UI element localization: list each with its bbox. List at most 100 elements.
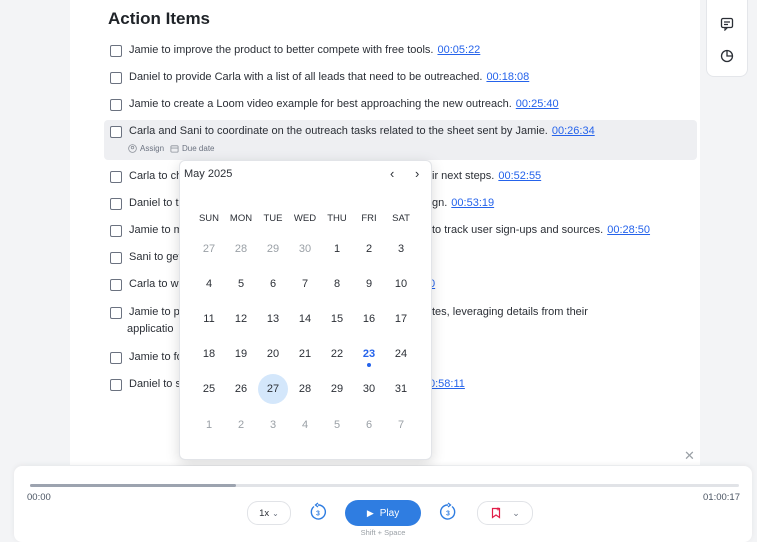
calendar-day[interactable]: 18 — [193, 348, 225, 360]
assign-chip[interactable]: Assign — [128, 144, 164, 153]
action-item[interactable]: Daniel to s — [110, 378, 181, 391]
item-checkbox[interactable] — [110, 252, 122, 264]
calendar-day[interactable]: 23 — [353, 348, 385, 360]
forward-3-button[interactable]: 3 — [437, 501, 459, 523]
item-text: Daniel to s — [129, 378, 181, 390]
action-item[interactable]: Jamie to improve the product to better c… — [110, 44, 480, 57]
calendar-day[interactable]: 11 — [193, 313, 225, 325]
item-checkbox[interactable] — [110, 352, 122, 364]
item-checkbox[interactable] — [110, 171, 122, 183]
calendar-day[interactable]: 28 — [289, 383, 321, 395]
due-date-chip[interactable]: Due date — [170, 144, 214, 153]
calendar-day[interactable]: 1 — [193, 419, 225, 431]
rewind-icon: 3 — [310, 502, 327, 520]
item-text-tail: to track user sign-ups and sources. 00:28… — [432, 224, 651, 236]
item-text: Daniel to t — [129, 197, 179, 209]
calendar-day[interactable]: 9 — [353, 278, 385, 290]
calendar-day[interactable]: 4 — [193, 278, 225, 290]
calendar-day[interactable]: 8 — [321, 278, 353, 290]
pie-chart-icon[interactable] — [717, 46, 737, 66]
calendar-day[interactable]: 17 — [385, 313, 417, 325]
calendar-day[interactable]: 24 — [385, 348, 417, 360]
speed-selector[interactable]: 1x ⌄ — [247, 501, 291, 525]
timestamp-link[interactable]: 00:28:50 — [607, 224, 650, 236]
item-checkbox[interactable] — [110, 307, 122, 319]
play-button[interactable]: ▶ Play — [345, 500, 421, 526]
action-item[interactable]: Carla to wo — [110, 278, 185, 291]
timestamp-link[interactable]: 00:05:22 — [437, 44, 480, 56]
timestamp-link[interactable]: 0:58:11 — [429, 378, 465, 390]
calendar-day[interactable]: 30 — [353, 383, 385, 395]
action-item[interactable]: Carla to ch — [110, 170, 182, 183]
calendar-day[interactable]: 6 — [257, 278, 289, 290]
rewind-3-button[interactable]: 3 — [307, 501, 329, 523]
calendar-day[interactable]: 14 — [289, 313, 321, 325]
calendar-day[interactable]: 29 — [321, 383, 353, 395]
calendar-day[interactable]: 13 — [257, 313, 289, 325]
action-item[interactable]: Sani to get — [110, 251, 182, 264]
prev-month-button[interactable]: ‹ — [390, 166, 394, 181]
calendar-day[interactable]: 19 — [225, 348, 257, 360]
progress-track[interactable] — [30, 484, 739, 487]
calendar-day[interactable]: 27 — [257, 383, 289, 395]
calendar-day[interactable]: 1 — [321, 243, 353, 255]
item-checkbox[interactable] — [110, 99, 122, 111]
timestamp-link[interactable]: 00:52:55 — [498, 170, 541, 182]
calendar-day[interactable]: 5 — [225, 278, 257, 290]
calendar-day[interactable]: 4 — [289, 419, 321, 431]
calendar-day[interactable]: 7 — [385, 419, 417, 431]
timestamp-link[interactable]: 00:18:08 — [486, 71, 529, 83]
item-checkbox[interactable] — [110, 45, 122, 57]
calendar-day[interactable]: 2 — [353, 243, 385, 255]
calendar-day[interactable]: 21 — [289, 348, 321, 360]
speed-label: 1x — [259, 507, 270, 519]
timestamp-link[interactable]: 00:53:19 — [451, 197, 494, 209]
item-checkbox[interactable] — [110, 379, 122, 391]
weekday-label: MON — [229, 213, 253, 224]
action-item[interactable]: Jamie to create a Loom video example for… — [110, 98, 559, 111]
item-checkbox[interactable] — [110, 126, 122, 138]
timestamp-link[interactable]: 00:25:40 — [516, 98, 559, 110]
weekday-label: SUN — [198, 213, 220, 224]
close-icon[interactable]: ✕ — [684, 448, 695, 464]
item-text-tail: ir next steps. 00:52:55 — [432, 170, 542, 182]
weekday-label: FRI — [361, 213, 377, 224]
action-item[interactable]: Jamie to m — [110, 224, 183, 237]
calendar-day[interactable]: 7 — [289, 278, 321, 290]
calendar-day[interactable]: 25 — [193, 383, 225, 395]
comment-icon[interactable] — [717, 14, 737, 34]
action-item[interactable]: Carla and Sani to coordinate on the outr… — [110, 125, 595, 138]
calendar-day[interactable]: 20 — [257, 348, 289, 360]
item-checkbox[interactable] — [110, 198, 122, 210]
item-checkbox[interactable] — [110, 279, 122, 291]
bookmark-control[interactable]: ⌄ — [477, 501, 533, 525]
calendar-day[interactable]: 26 — [225, 383, 257, 395]
action-item[interactable]: Daniel to provide Carla with a list of a… — [110, 71, 529, 84]
calendar-day[interactable]: 12 — [225, 313, 257, 325]
action-item[interactable]: Daniel to t — [110, 197, 179, 210]
item-checkbox[interactable] — [110, 72, 122, 84]
calendar-day[interactable]: 2 — [225, 419, 257, 431]
calendar-day[interactable]: 27 — [193, 243, 225, 255]
calendar-day[interactable]: 10 — [385, 278, 417, 290]
timestamp-link[interactable]: 00:26:34 — [552, 125, 595, 137]
play-label: Play — [379, 507, 400, 519]
calendar-day[interactable]: 30 — [289, 243, 321, 255]
chevron-down-icon[interactable]: ⌄ — [512, 508, 520, 519]
next-month-button[interactable]: › — [415, 166, 419, 181]
calendar-day[interactable]: 15 — [321, 313, 353, 325]
weekday-label: SAT — [392, 213, 410, 224]
action-item[interactable]: Jamie to fo — [110, 351, 183, 364]
calendar-day[interactable]: 6 — [353, 419, 385, 431]
action-item[interactable]: Jamie to p — [110, 306, 180, 319]
calendar-day[interactable]: 5 — [321, 419, 353, 431]
item-checkbox[interactable] — [110, 225, 122, 237]
item-text: Jamie to m — [129, 224, 183, 236]
calendar-day[interactable]: 29 — [257, 243, 289, 255]
calendar-day[interactable]: 3 — [257, 419, 289, 431]
calendar-day[interactable]: 3 — [385, 243, 417, 255]
calendar-day[interactable]: 22 — [321, 348, 353, 360]
calendar-day[interactable]: 31 — [385, 383, 417, 395]
calendar-day[interactable]: 16 — [353, 313, 385, 325]
calendar-day[interactable]: 28 — [225, 243, 257, 255]
